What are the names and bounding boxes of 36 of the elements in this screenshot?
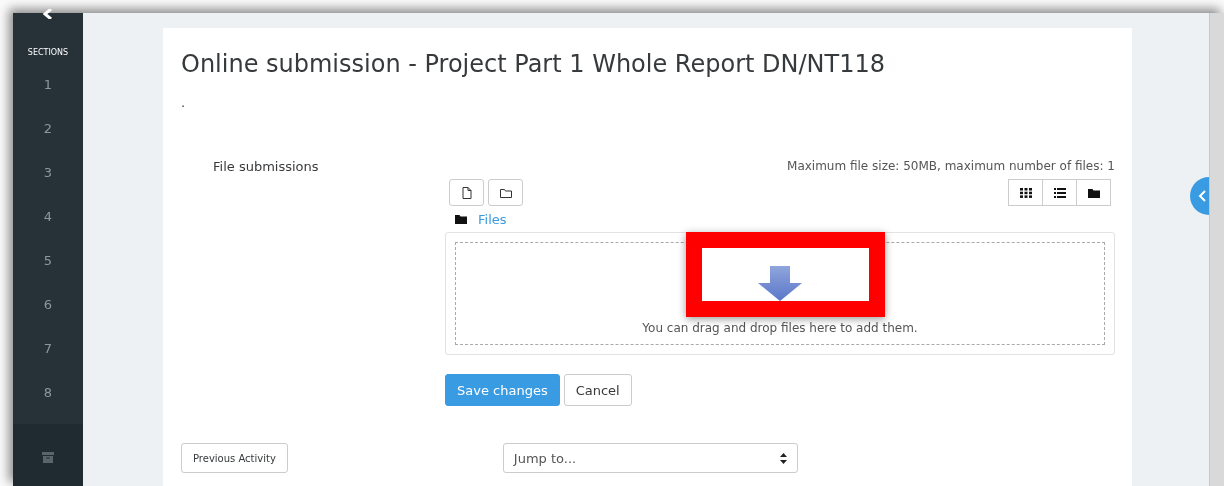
files-link[interactable]: Files <box>478 211 507 227</box>
folder-icon <box>1087 187 1100 198</box>
down-arrow-icon <box>758 266 802 302</box>
sort-icon <box>779 452 787 464</box>
new-folder-button[interactable] <box>488 179 523 206</box>
jump-select[interactable]: Jump to... <box>502 443 798 473</box>
folder-icon <box>455 214 467 224</box>
chevron-icon <box>1198 190 1206 202</box>
field-label: File submissions <box>213 159 319 174</box>
drawer-toggle[interactable] <box>1190 177 1210 215</box>
grid-icon <box>1019 187 1032 198</box>
tree-view-button[interactable] <box>1076 179 1111 206</box>
section-link[interactable]: 7 <box>43 340 53 356</box>
drop-area[interactable]: You can drag and drop files here to add them. <box>445 232 1115 355</box>
section-link[interactable]: 5 <box>43 252 53 268</box>
previous-activity-button[interactable]: Previous Activity <box>181 443 288 473</box>
sections-heading: SECTIONS <box>27 46 69 59</box>
cancel-button[interactable]: Cancel <box>563 374 632 406</box>
section-link[interactable]: 2 <box>43 120 53 136</box>
list-view-button[interactable] <box>1042 179 1077 206</box>
section-link[interactable]: 8 <box>43 384 53 400</box>
page-title: Online submission - Project Part 1 Whole Report DN/NT118 <box>181 50 886 80</box>
section-link[interactable]: 3 <box>43 164 53 180</box>
scrollbar[interactable] <box>1209 13 1224 486</box>
section-link[interactable]: 6 <box>43 296 53 312</box>
drop-hint: You can drag and drop files here to add them. <box>642 321 918 335</box>
folder-icon <box>499 187 512 198</box>
archive-icon[interactable] <box>42 452 54 463</box>
description-text: . <box>181 95 186 110</box>
limits-text: Maximum file size: 50MB, maximum number of files: 1 <box>787 159 1115 173</box>
list-icon <box>1053 187 1066 198</box>
icon-view-button[interactable] <box>1008 179 1043 206</box>
file-icon <box>461 186 472 199</box>
section-link[interactable]: 1 <box>43 76 53 92</box>
section-link[interactable]: 4 <box>43 208 53 224</box>
save-button[interactable]: Save changes <box>445 374 560 406</box>
